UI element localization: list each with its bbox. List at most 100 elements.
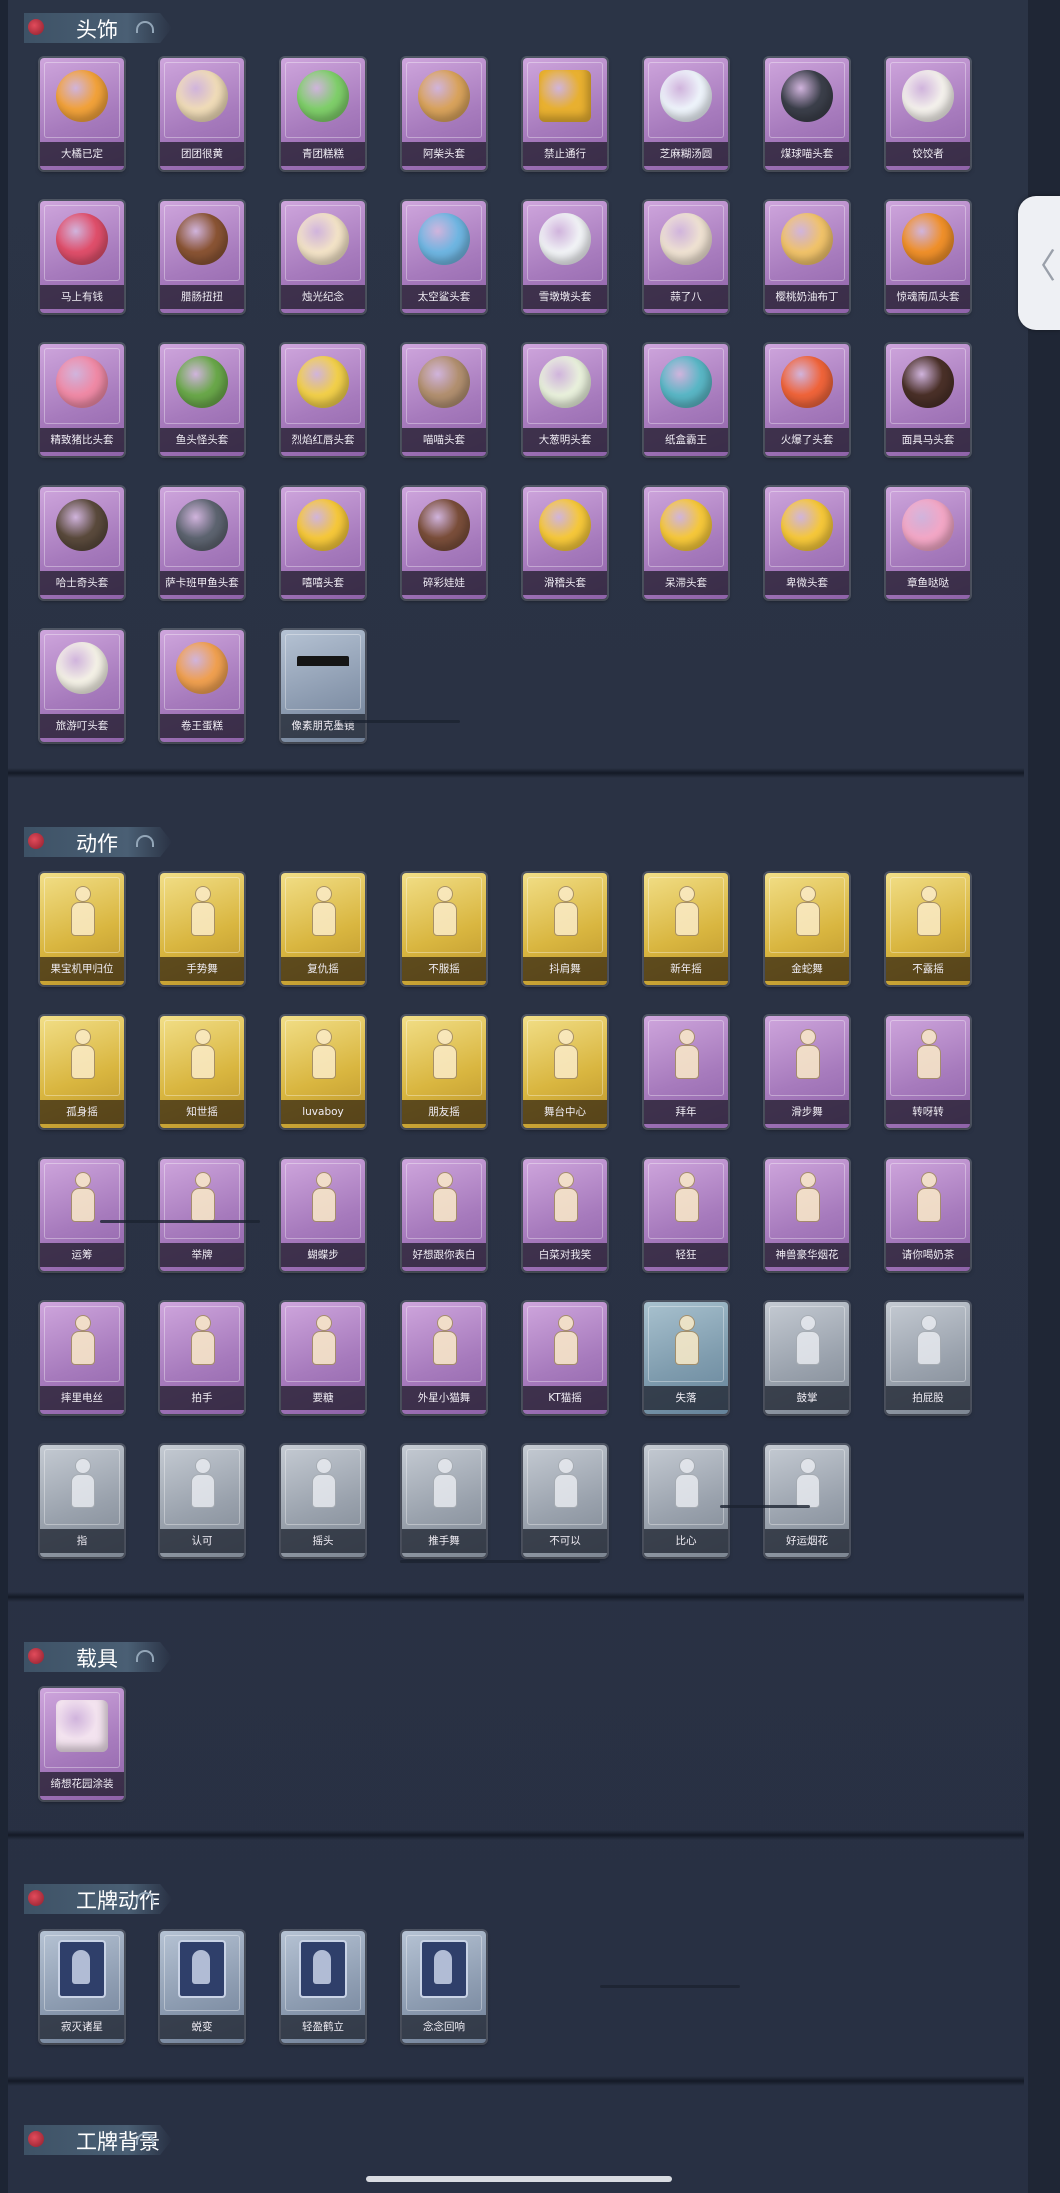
collection-item[interactable]: 不服摇 (402, 873, 486, 987)
collection-item[interactable]: 哈士奇头套 (40, 487, 124, 601)
figure-silhouette (185, 1458, 219, 1508)
head-art (56, 499, 108, 551)
collection-item[interactable]: 卑微头套 (765, 487, 849, 601)
collection-item[interactable]: 烈焰红唇头套 (281, 344, 365, 458)
collection-item[interactable]: 大橘已定 (40, 58, 124, 172)
collection-item[interactable]: 鱼头怪头套 (160, 344, 244, 458)
collection-item[interactable]: 鼓掌 (765, 1302, 849, 1416)
collection-item[interactable]: luvaboy (281, 1016, 365, 1130)
collection-item[interactable]: 惊魂南瓜头套 (886, 201, 970, 315)
collection-item[interactable]: 滑稽头套 (523, 487, 607, 601)
collection-item[interactable]: 果宝机甲归位 (40, 873, 124, 987)
collection-item[interactable]: 念念回响 (402, 1931, 486, 2045)
collection-item[interactable]: KT猫摇 (523, 1302, 607, 1416)
collection-item[interactable]: 饺饺者 (886, 58, 970, 172)
pose-icon (658, 1455, 714, 1511)
figure-silhouette (185, 1172, 219, 1222)
collection-item[interactable]: 复仇摇 (281, 873, 365, 987)
collection-item[interactable]: 呆滞头套 (644, 487, 728, 601)
collection-item[interactable]: 阿柴头套 (402, 58, 486, 172)
item-card: 纸盒霸王 (644, 344, 728, 456)
collection-item[interactable]: 请你喝奶茶 (886, 1159, 970, 1273)
tabby-cat-icon (416, 354, 472, 410)
figure-silhouette (427, 1458, 461, 1508)
collection-item[interactable]: 孤身摇 (40, 1016, 124, 1130)
collection-item[interactable]: 抖肩舞 (523, 873, 607, 987)
collection-item[interactable]: 像素朋克墨镜 (281, 630, 365, 744)
collection-item[interactable]: 好运烟花 (765, 1445, 849, 1559)
collection-item[interactable]: 旅游叮头套 (40, 630, 124, 744)
collection-item[interactable]: 拍手 (160, 1302, 244, 1416)
collection-item[interactable]: 绮想花园涂装 (40, 1688, 124, 1802)
item-label: 腊肠扭扭 (160, 285, 244, 309)
collection-item[interactable]: 要糖 (281, 1302, 365, 1416)
collection-item[interactable]: 朋友摇 (402, 1016, 486, 1130)
collection-item[interactable]: 雪墩墩头套 (523, 201, 607, 315)
item-card: 抖肩舞 (523, 873, 607, 985)
collection-item[interactable]: 指 (40, 1445, 124, 1559)
collection-item[interactable]: 运筹 (40, 1159, 124, 1273)
collection-item[interactable]: 舞台中心 (523, 1016, 607, 1130)
collection-item[interactable]: 樱桃奶油布丁 (765, 201, 849, 315)
collection-item[interactable]: 不露摇 (886, 873, 970, 987)
collection-item[interactable]: 青团糕糕 (281, 58, 365, 172)
collection-item[interactable]: 团团很黄 (160, 58, 244, 172)
collection-item[interactable]: 萨卡班甲鱼头套 (160, 487, 244, 601)
side-drawer-tab[interactable]: 〈 (1018, 196, 1060, 330)
collection-item[interactable]: 卷王蛋糕 (160, 630, 244, 744)
collection-item[interactable]: 嘻嘻头套 (281, 487, 365, 601)
collection-item[interactable]: 碎彩娃娃 (402, 487, 486, 601)
collection-item[interactable]: 新年摇 (644, 873, 728, 987)
collection-item[interactable]: 外星小猫舞 (402, 1302, 486, 1416)
collection-item[interactable]: 面具马头套 (886, 344, 970, 458)
collection-item[interactable]: 失落 (644, 1302, 728, 1416)
collection-item[interactable]: 白菜对我笑 (523, 1159, 607, 1273)
collection-item[interactable]: 好想跟你表白 (402, 1159, 486, 1273)
collection-item[interactable]: 禁止通行 (523, 58, 607, 172)
pose-icon (537, 1026, 593, 1082)
collection-item[interactable]: 摇头 (281, 1445, 365, 1559)
home-indicator[interactable] (366, 2176, 672, 2182)
collection-item[interactable]: 章鱼哒哒 (886, 487, 970, 601)
collection-item[interactable]: 摔里电丝 (40, 1302, 124, 1416)
collection-item[interactable]: 拜年 (644, 1016, 728, 1130)
collection-item[interactable]: 手势舞 (160, 873, 244, 987)
collection-item[interactable]: 轻盈鹤立 (281, 1931, 365, 2045)
collection-item[interactable]: 寂灭诸星 (40, 1931, 124, 2045)
texture-smudge (400, 1560, 600, 1563)
collection-item[interactable]: 火爆了头套 (765, 344, 849, 458)
collection-item[interactable]: 太空鲨头套 (402, 201, 486, 315)
collection-item[interactable]: 认可 (160, 1445, 244, 1559)
collection-item[interactable]: 煤球喵头套 (765, 58, 849, 172)
item-label: 樱桃奶油布丁 (765, 285, 849, 309)
collection-item[interactable]: 知世摇 (160, 1016, 244, 1130)
collection-item[interactable]: 转呀转 (886, 1016, 970, 1130)
collection-item[interactable]: 比心 (644, 1445, 728, 1559)
collection-item[interactable]: 不可以 (523, 1445, 607, 1559)
pumpkin-icon (900, 211, 956, 267)
collection-item[interactable]: 蜕变 (160, 1931, 244, 2045)
collection-item[interactable]: 大葱明头套 (523, 344, 607, 458)
collection-item[interactable]: 金蛇舞 (765, 873, 849, 987)
item-label: 好想跟你表白 (402, 1243, 486, 1267)
collection-item[interactable]: 轻狂 (644, 1159, 728, 1273)
collection-item[interactable]: 蝴蝶步 (281, 1159, 365, 1273)
collection-item[interactable]: 神兽豪华烟花 (765, 1159, 849, 1273)
collection-item[interactable]: 烛光纪念 (281, 201, 365, 315)
collection-item[interactable]: 精致猪比头套 (40, 344, 124, 458)
collection-item[interactable]: 举牌 (160, 1159, 244, 1273)
badge-card-icon (295, 1940, 351, 1998)
head-art (297, 70, 349, 122)
collection-item[interactable]: 腊肠扭扭 (160, 201, 244, 315)
collection-item[interactable]: 纸盒霸王 (644, 344, 728, 458)
collection-item[interactable]: 喵喵头套 (402, 344, 486, 458)
collection-item[interactable]: 蒜了八 (644, 201, 728, 315)
collection-item[interactable]: 马上有钱 (40, 201, 124, 315)
figure-silhouette (306, 1458, 340, 1508)
collection-item[interactable]: 推手舞 (402, 1445, 486, 1559)
collection-item[interactable]: 滑步舞 (765, 1016, 849, 1130)
collection-item[interactable]: 芝麻糊汤圆 (644, 58, 728, 172)
item-label: 雪墩墩头套 (523, 285, 607, 309)
collection-item[interactable]: 拍屁股 (886, 1302, 970, 1416)
pose-icon (54, 1169, 110, 1225)
